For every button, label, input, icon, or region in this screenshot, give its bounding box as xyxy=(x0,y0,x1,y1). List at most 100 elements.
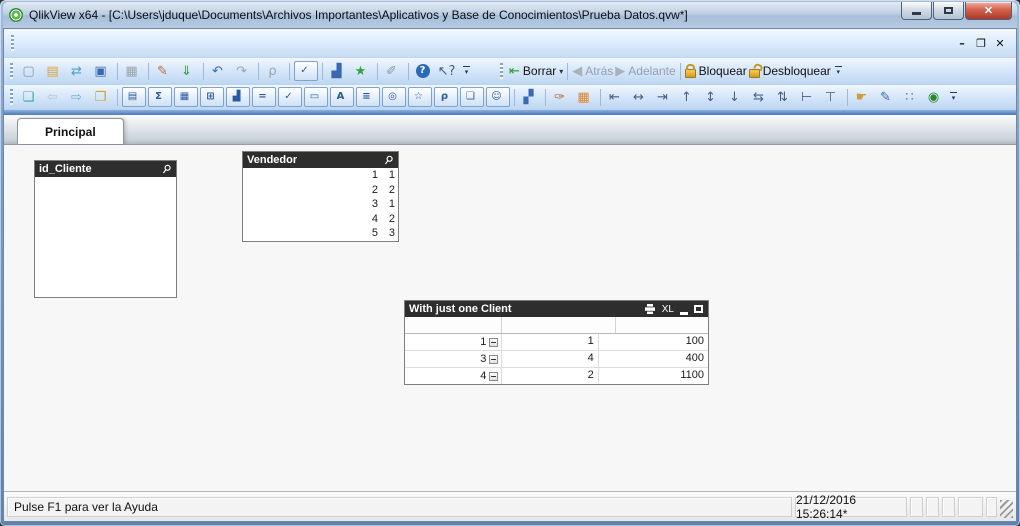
toolbar-drag-handle[interactable] xyxy=(500,63,503,79)
create-button-object-button[interactable]: ▭ xyxy=(304,87,328,107)
refresh-button[interactable]: ⇄ xyxy=(66,61,90,81)
resize-grip[interactable] xyxy=(1000,500,1013,518)
sheet-properties-button[interactable]: ❐ xyxy=(90,87,114,107)
lock-button[interactable]: Bloquear xyxy=(684,61,748,81)
design-grid-button[interactable]: ▦ xyxy=(573,87,597,107)
collapse-icon[interactable] xyxy=(489,372,498,381)
edit-script-button[interactable]: ✎ xyxy=(152,61,176,81)
table-column-header[interactable] xyxy=(405,317,502,333)
table-cell[interactable]: 1100 xyxy=(599,368,708,384)
table-cell[interactable]: 2 xyxy=(502,368,598,384)
create-statistics-box-button[interactable]: Σ xyxy=(148,87,172,107)
listbox-value[interactable] xyxy=(35,207,176,222)
table-cell[interactable]: 100 xyxy=(599,334,708,350)
reload-data-button[interactable]: ⇓ xyxy=(176,61,200,81)
create-search-object-button[interactable]: ρ xyxy=(434,87,458,107)
add-sheet-button[interactable]: ❏ xyxy=(18,87,42,107)
table-viewer-button[interactable]: ∷ xyxy=(899,87,923,107)
create-container-button[interactable]: ❑ xyxy=(460,87,484,107)
listbox-value[interactable] xyxy=(35,192,176,207)
table-cell[interactable]: 1 xyxy=(405,334,502,350)
excel-export-icon[interactable]: XL xyxy=(662,304,674,315)
create-line-arrow-button[interactable]: ≡ xyxy=(356,87,380,107)
listbox-value[interactable] xyxy=(35,222,176,237)
create-listbox-button[interactable]: ▤ xyxy=(122,87,146,107)
table-cell[interactable]: 4 xyxy=(405,368,502,384)
collapse-icon[interactable] xyxy=(489,355,498,364)
window-close-button[interactable]: ✕ xyxy=(965,2,1012,20)
notes-button[interactable]: ✐ xyxy=(381,61,405,81)
open-file-button[interactable]: ▤ xyxy=(42,61,66,81)
listbox-value[interactable]: 1 1 xyxy=(243,168,398,183)
listbox-value[interactable] xyxy=(35,252,176,267)
listbox-value[interactable] xyxy=(35,237,176,252)
listbox-value[interactable]: 4 2 xyxy=(243,212,398,227)
quick-chart-button[interactable]: ▟ xyxy=(326,61,350,81)
toolbar-separator xyxy=(117,89,118,106)
toolbar-overflow-chevron[interactable]: ▾ xyxy=(832,62,845,81)
format-painter-button[interactable]: ✑ xyxy=(549,87,573,107)
toolbar-drag-handle[interactable] xyxy=(10,89,13,105)
save-button[interactable]: ▣ xyxy=(90,61,114,81)
printer-icon[interactable] xyxy=(644,304,656,314)
listbox-title: Vendedor xyxy=(247,154,384,166)
listbox-value[interactable]: 5 3 xyxy=(243,226,398,241)
listbox-caption[interactable]: id_Cliente xyxy=(35,161,176,177)
search-icon[interactable] xyxy=(162,164,172,174)
object-minimize-icon[interactable] xyxy=(680,312,688,315)
listbox-value[interactable]: 3 1 xyxy=(243,197,398,212)
table-cell[interactable]: 3 xyxy=(405,351,502,367)
toolbar-drag-handle[interactable] xyxy=(11,35,14,51)
window-minimize-button[interactable] xyxy=(901,2,932,20)
create-bookmark-object-button[interactable]: ☆ xyxy=(408,87,432,107)
window-restore-button[interactable] xyxy=(933,2,964,20)
quick-chart-wizard-button[interactable]: ▞ xyxy=(518,87,542,107)
create-custom-object-button[interactable]: ☺ xyxy=(486,87,510,107)
object-properties-button[interactable]: ✎ xyxy=(875,87,899,107)
document-restore-button[interactable]: ❐ xyxy=(973,36,989,50)
help-button[interactable]: ? xyxy=(412,61,436,81)
table-cell[interactable]: 4 xyxy=(502,351,598,367)
table-cell[interactable]: 400 xyxy=(599,351,708,367)
tab-principal[interactable]: Principal xyxy=(17,118,124,144)
create-current-selections-box-button[interactable]: ✓ xyxy=(278,87,302,107)
create-text-object-button[interactable]: A xyxy=(330,87,354,107)
create-multi-box-button[interactable]: = xyxy=(252,87,276,107)
standard-toolbar-buttons: ▢ ▤ ⇄ ▣ ▦ ✎ xyxy=(18,61,460,81)
listbox-caption[interactable]: Vendedor xyxy=(243,152,398,168)
webview-button[interactable]: ◉ xyxy=(923,87,947,107)
new-document-button[interactable]: ▢ xyxy=(18,61,42,81)
move-size-objects-button[interactable]: ☛ xyxy=(851,87,875,107)
object-maximize-icon[interactable] xyxy=(694,305,703,313)
context-help-button[interactable]: ↖? xyxy=(436,61,460,81)
table-cell[interactable]: 1 xyxy=(502,334,598,350)
unlock-button[interactable]: Desbloquear xyxy=(748,61,832,81)
document-close-button[interactable]: ✕ xyxy=(992,36,1008,50)
toolbar-drag-handle[interactable] xyxy=(10,63,13,79)
toolbar-overflow-chevron[interactable]: ▾ xyxy=(947,88,960,107)
listbox-value[interactable] xyxy=(35,282,176,297)
demote-sheet-button[interactable]: ⇨ xyxy=(66,87,90,107)
create-chart-button[interactable]: ▟ xyxy=(226,87,250,107)
undo-button[interactable]: ↶ xyxy=(207,61,231,81)
table-caption[interactable]: With just one Client XL xyxy=(405,301,708,317)
collapse-icon[interactable] xyxy=(489,338,498,347)
search-icon[interactable] xyxy=(384,155,394,165)
titlebar[interactable]: QlikView x64 - [C:\Users\jduque\Document… xyxy=(3,2,1017,28)
listbox-value[interactable] xyxy=(35,267,176,282)
create-input-box-button[interactable]: ⊞ xyxy=(200,87,224,107)
clear-dropdown-caret[interactable]: ▾ xyxy=(559,67,563,76)
clear-button[interactable]: ⇤ Borrar ▾ xyxy=(508,61,564,81)
table-column-header[interactable] xyxy=(612,317,616,333)
create-slider-object-button[interactable]: ◎ xyxy=(382,87,406,107)
navigation-toolbar-buttons: ⇤ Borrar ▾ ◀ Atrás ▶ Adelante Bloquear D… xyxy=(508,61,832,81)
listbox-value[interactable] xyxy=(35,177,176,192)
listbox-value[interactable]: 2 2 xyxy=(243,183,398,198)
create-table-box-button[interactable]: ▦ xyxy=(174,87,198,107)
document-minimize-button[interactable]: – xyxy=(954,36,970,50)
current-selections-button[interactable]: ✓ xyxy=(294,61,318,81)
table-column-header[interactable] xyxy=(502,317,612,333)
toolbar-overflow-chevron[interactable]: ▾ xyxy=(460,62,473,81)
add-bookmark-button[interactable]: ★ xyxy=(350,61,374,81)
status-panel xyxy=(958,497,983,517)
